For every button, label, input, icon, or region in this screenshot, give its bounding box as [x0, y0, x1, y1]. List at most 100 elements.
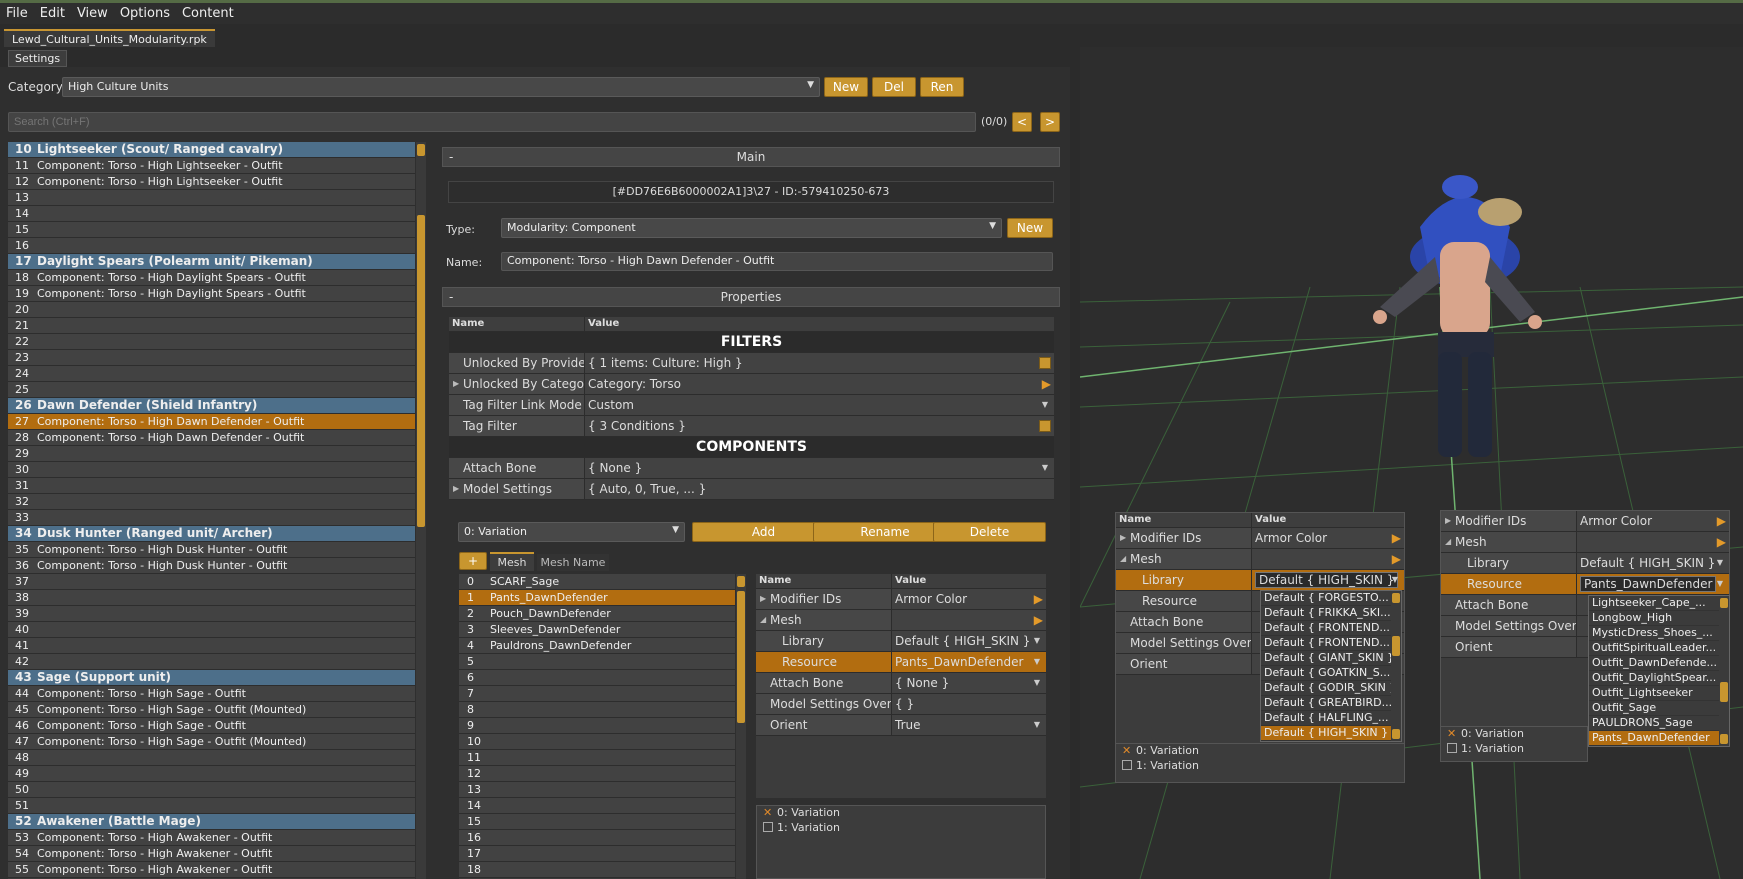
- list-item[interactable]: 20: [8, 302, 415, 318]
- search-next-button[interactable]: >: [1040, 112, 1060, 132]
- collapse-triangle-icon[interactable]: ◢: [1120, 549, 1126, 569]
- edit-icon[interactable]: [1039, 357, 1051, 369]
- list-item[interactable]: 12 Component: Torso - High Lightseeker - …: [8, 174, 415, 190]
- search-input[interactable]: [8, 112, 976, 132]
- expand-icon[interactable]: ▶: [453, 479, 459, 499]
- list-item[interactable]: 47 Component: Torso - High Sage - Outfit …: [8, 734, 415, 750]
- overlay2-mesh[interactable]: ◢ Mesh ▶: [1441, 532, 1729, 553]
- list-item[interactable]: 31: [8, 478, 415, 494]
- scroll-up-icon[interactable]: [1720, 598, 1728, 608]
- list-item[interactable]: 22: [8, 334, 415, 350]
- mesh-list-scrollbar[interactable]: [736, 574, 746, 879]
- mesh-list-item[interactable]: 11: [459, 750, 735, 766]
- variation-item[interactable]: ✕ 0: Variation: [757, 806, 1045, 821]
- variations-list[interactable]: ✕ 0: Variation 1: Variation: [756, 805, 1046, 879]
- mesh-list-item[interactable]: 0 SCARF_Sage: [459, 574, 735, 590]
- library-dropdown[interactable]: Default { FORGESTO... Default { FRIKKA_SK…: [1260, 590, 1402, 742]
- list-group-header[interactable]: 17 Daylight Spears (Polearm unit/ Pikeman…: [8, 254, 415, 270]
- arrow-right-icon[interactable]: ▶: [1034, 610, 1043, 630]
- close-icon[interactable]: ✕: [763, 806, 777, 820]
- scroll-down-icon[interactable]: [1392, 729, 1400, 739]
- mesh-prop-modifier-ids[interactable]: ▶ Modifier IDs Armor Color ▶: [756, 589, 1046, 610]
- list-item[interactable]: 40: [8, 622, 415, 638]
- menu-item-content[interactable]: Content: [176, 3, 240, 21]
- list-item[interactable]: 41: [8, 638, 415, 654]
- mesh-list-item[interactable]: 18: [459, 862, 735, 878]
- chevron-down-icon[interactable]: ▼: [1717, 553, 1723, 573]
- prop-attach-bone[interactable]: Attach Bone{ None } ▼: [449, 458, 1054, 479]
- add-mesh-button[interactable]: +: [459, 552, 487, 570]
- variation-item[interactable]: 1: Variation: [1441, 742, 1587, 757]
- chevron-down-icon[interactable]: ▼: [1034, 631, 1040, 651]
- list-group-header[interactable]: 52 Awakener (Battle Mage): [8, 814, 415, 830]
- list-item[interactable]: 14: [8, 206, 415, 222]
- list-item[interactable]: 33: [8, 510, 415, 526]
- menu-item-file[interactable]: File: [0, 3, 34, 21]
- checkbox[interactable]: [763, 822, 773, 832]
- prop-tag-mode[interactable]: Tag Filter Link Mode Custom ▼: [449, 395, 1054, 416]
- scroll-thumb[interactable]: [1392, 636, 1400, 656]
- tab-mesh-name[interactable]: Mesh Name: [537, 554, 609, 571]
- expand-icon[interactable]: ▶: [1120, 528, 1126, 548]
- variation-item[interactable]: 1: Variation: [757, 821, 1045, 836]
- mesh-list[interactable]: 0 SCARF_Sage 1 Pants_DawnDefender 2 Pouch_Daw…: [459, 574, 735, 879]
- dropdown-option[interactable]: Lightseeker_Cape_...: [1589, 596, 1719, 611]
- name-input[interactable]: Component: Torso - High Dawn Defender - …: [501, 252, 1053, 271]
- variation-delete-button[interactable]: Delete: [933, 522, 1046, 542]
- dropdown-option[interactable]: Default { FRONTEND...: [1261, 636, 1391, 651]
- arrow-right-icon[interactable]: ▶: [1392, 528, 1401, 548]
- list-item[interactable]: 49: [8, 766, 415, 782]
- search-prev-button[interactable]: <: [1012, 112, 1032, 132]
- list-item[interactable]: 35 Component: Torso - High Dusk Hunter - …: [8, 542, 415, 558]
- dropdown-option[interactable]: MysticDress_Shoes_...: [1589, 626, 1719, 641]
- item-list[interactable]: 10 Lightseeker (Scout/ Ranged cavalry) 11 C…: [8, 142, 415, 879]
- arrow-right-icon[interactable]: ▶: [1392, 549, 1401, 569]
- dropdown-option[interactable]: Pants_DawnDefender: [1589, 731, 1719, 746]
- mesh-list-item[interactable]: 13: [459, 782, 735, 798]
- checkbox[interactable]: [1447, 743, 1457, 753]
- prop-unlocked-providers[interactable]: Unlocked By Providers{ 1 items: Culture:…: [449, 353, 1054, 374]
- list-group-header[interactable]: 43 Sage (Support unit): [8, 670, 415, 686]
- list-item[interactable]: 44 Component: Torso - High Sage - Outfit: [8, 686, 415, 702]
- collapse-icon[interactable]: -: [449, 148, 453, 166]
- list-item[interactable]: 54 Component: Torso - High Awakener - Out…: [8, 846, 415, 862]
- edit-icon[interactable]: [1039, 420, 1051, 432]
- mesh-list-item[interactable]: 16: [459, 830, 735, 846]
- category-select[interactable]: High Culture Units ▼: [62, 77, 820, 97]
- list-item[interactable]: 51: [8, 798, 415, 814]
- list-item[interactable]: 13: [8, 190, 415, 206]
- menu-item-options[interactable]: Options: [114, 3, 176, 21]
- checkbox[interactable]: [1122, 760, 1132, 770]
- collapse-icon[interactable]: -: [449, 288, 453, 306]
- variation-item[interactable]: ✕ 0: Variation: [1116, 744, 1404, 759]
- expand-icon[interactable]: ▶: [453, 374, 459, 394]
- overlay1-modifier-ids[interactable]: ▶ Modifier IDs Armor Color ▶: [1116, 528, 1404, 549]
- mesh-prop-attach-bone[interactable]: Attach Bone{ None } ▼: [756, 673, 1046, 694]
- variation-item[interactable]: ✕ 0: Variation: [1441, 727, 1587, 742]
- list-item[interactable]: 15: [8, 222, 415, 238]
- category-new-button[interactable]: New: [824, 77, 868, 97]
- resource-dropdown[interactable]: Lightseeker_Cape_... Longbow_High MysticDr…: [1588, 595, 1730, 747]
- list-item[interactable]: 55 Component: Torso - High Awakener - Out…: [8, 862, 415, 878]
- close-icon[interactable]: ✕: [1122, 744, 1136, 758]
- expand-icon[interactable]: ▶: [1445, 511, 1451, 531]
- mesh-prop-model-override[interactable]: Model Settings Override{ }: [756, 694, 1046, 715]
- overlay1-mesh[interactable]: ◢ Mesh ▶: [1116, 549, 1404, 570]
- overlay2-resource[interactable]: Resource Pants_DawnDefender ▼: [1441, 574, 1729, 595]
- variation-select[interactable]: 0: Variation ▼: [458, 522, 685, 542]
- overlay1-library[interactable]: Library Default { HIGH_SKIN } ▼: [1116, 570, 1404, 591]
- mesh-list-item[interactable]: 14: [459, 798, 735, 814]
- scroll-thumb[interactable]: [1720, 682, 1728, 702]
- list-item[interactable]: 19 Component: Torso - High Daylight Spear…: [8, 286, 415, 302]
- list-group-header[interactable]: 34 Dusk Hunter (Ranged unit/ Archer): [8, 526, 415, 542]
- mesh-list-item[interactable]: 4 Pauldrons_DawnDefender: [459, 638, 735, 654]
- library-dropdown-scrollbar[interactable]: [1391, 592, 1401, 740]
- dropdown-option[interactable]: Default { GIANT_SKIN }: [1261, 651, 1391, 666]
- list-group-header[interactable]: 10 Lightseeker (Scout/ Ranged cavalry): [8, 142, 415, 158]
- overlay2-variations-list[interactable]: ✕ 0: Variation 1: Variation: [1440, 726, 1588, 762]
- chevron-down-icon[interactable]: ▼: [1034, 673, 1040, 693]
- mesh-prop-mesh[interactable]: ◢ Mesh ▶: [756, 610, 1046, 631]
- item-list-scrollbar[interactable]: [416, 142, 426, 879]
- prop-unlocked-category[interactable]: ▶ Unlocked By Category Category: Torso ▶: [449, 374, 1054, 395]
- dropdown-option[interactable]: Default { GODIR_SKIN }: [1261, 681, 1391, 696]
